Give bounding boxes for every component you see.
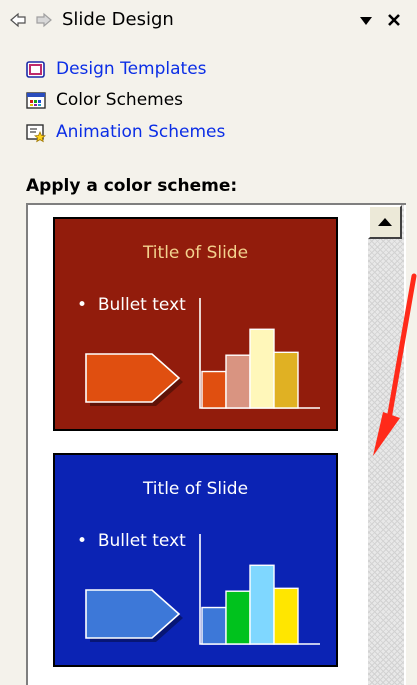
link-label[interactable]: Animation Schemes [56, 122, 225, 142]
chart-bar [201, 370, 227, 409]
vertical-scrollbar[interactable] [368, 205, 404, 685]
link-label[interactable]: Color Schemes [56, 90, 183, 110]
link-label[interactable]: Design Templates [56, 59, 207, 79]
chart-bar [273, 351, 299, 409]
task-pane-header: Slide Design [0, 0, 417, 40]
bullet-glyph: • [77, 295, 88, 315]
slide-title: Title of Slide [142, 479, 249, 499]
design-templates-icon [26, 61, 45, 78]
section-label: Apply a color scheme: [26, 176, 238, 196]
close-icon[interactable] [386, 12, 402, 28]
color-scheme-option-1[interactable]: Title of Slide • Bullet text [53, 217, 338, 431]
color-schemes-icon [26, 92, 46, 109]
chart-bar [225, 354, 251, 409]
animation-schemes-icon [26, 124, 46, 143]
chart-bar [273, 587, 299, 645]
chart-bar [225, 590, 251, 645]
forward-arrow-icon[interactable] [36, 12, 52, 28]
chart-bar [249, 328, 275, 409]
scroll-up-button[interactable] [368, 205, 402, 239]
bullet-glyph: • [77, 531, 88, 551]
slide-bullet: • Bullet text [77, 295, 186, 315]
dropdown-arrow-icon[interactable] [358, 14, 374, 28]
pane-title: Slide Design [62, 9, 174, 30]
chart-bar [249, 564, 275, 645]
slide-design-task-pane: Slide Design Design Templates Color Sche [0, 0, 417, 685]
scroll-up-arrow-icon [378, 218, 392, 226]
slide-bullet: • Bullet text [77, 531, 186, 551]
slide-title: Title of Slide [142, 243, 249, 263]
back-arrow-icon[interactable] [10, 12, 26, 28]
bullet-text: Bullet text [97, 295, 186, 315]
color-scheme-option-2[interactable]: Title of Slide • Bullet text [53, 453, 338, 667]
bullet-text: Bullet text [97, 531, 186, 551]
chart-bar [201, 606, 227, 645]
